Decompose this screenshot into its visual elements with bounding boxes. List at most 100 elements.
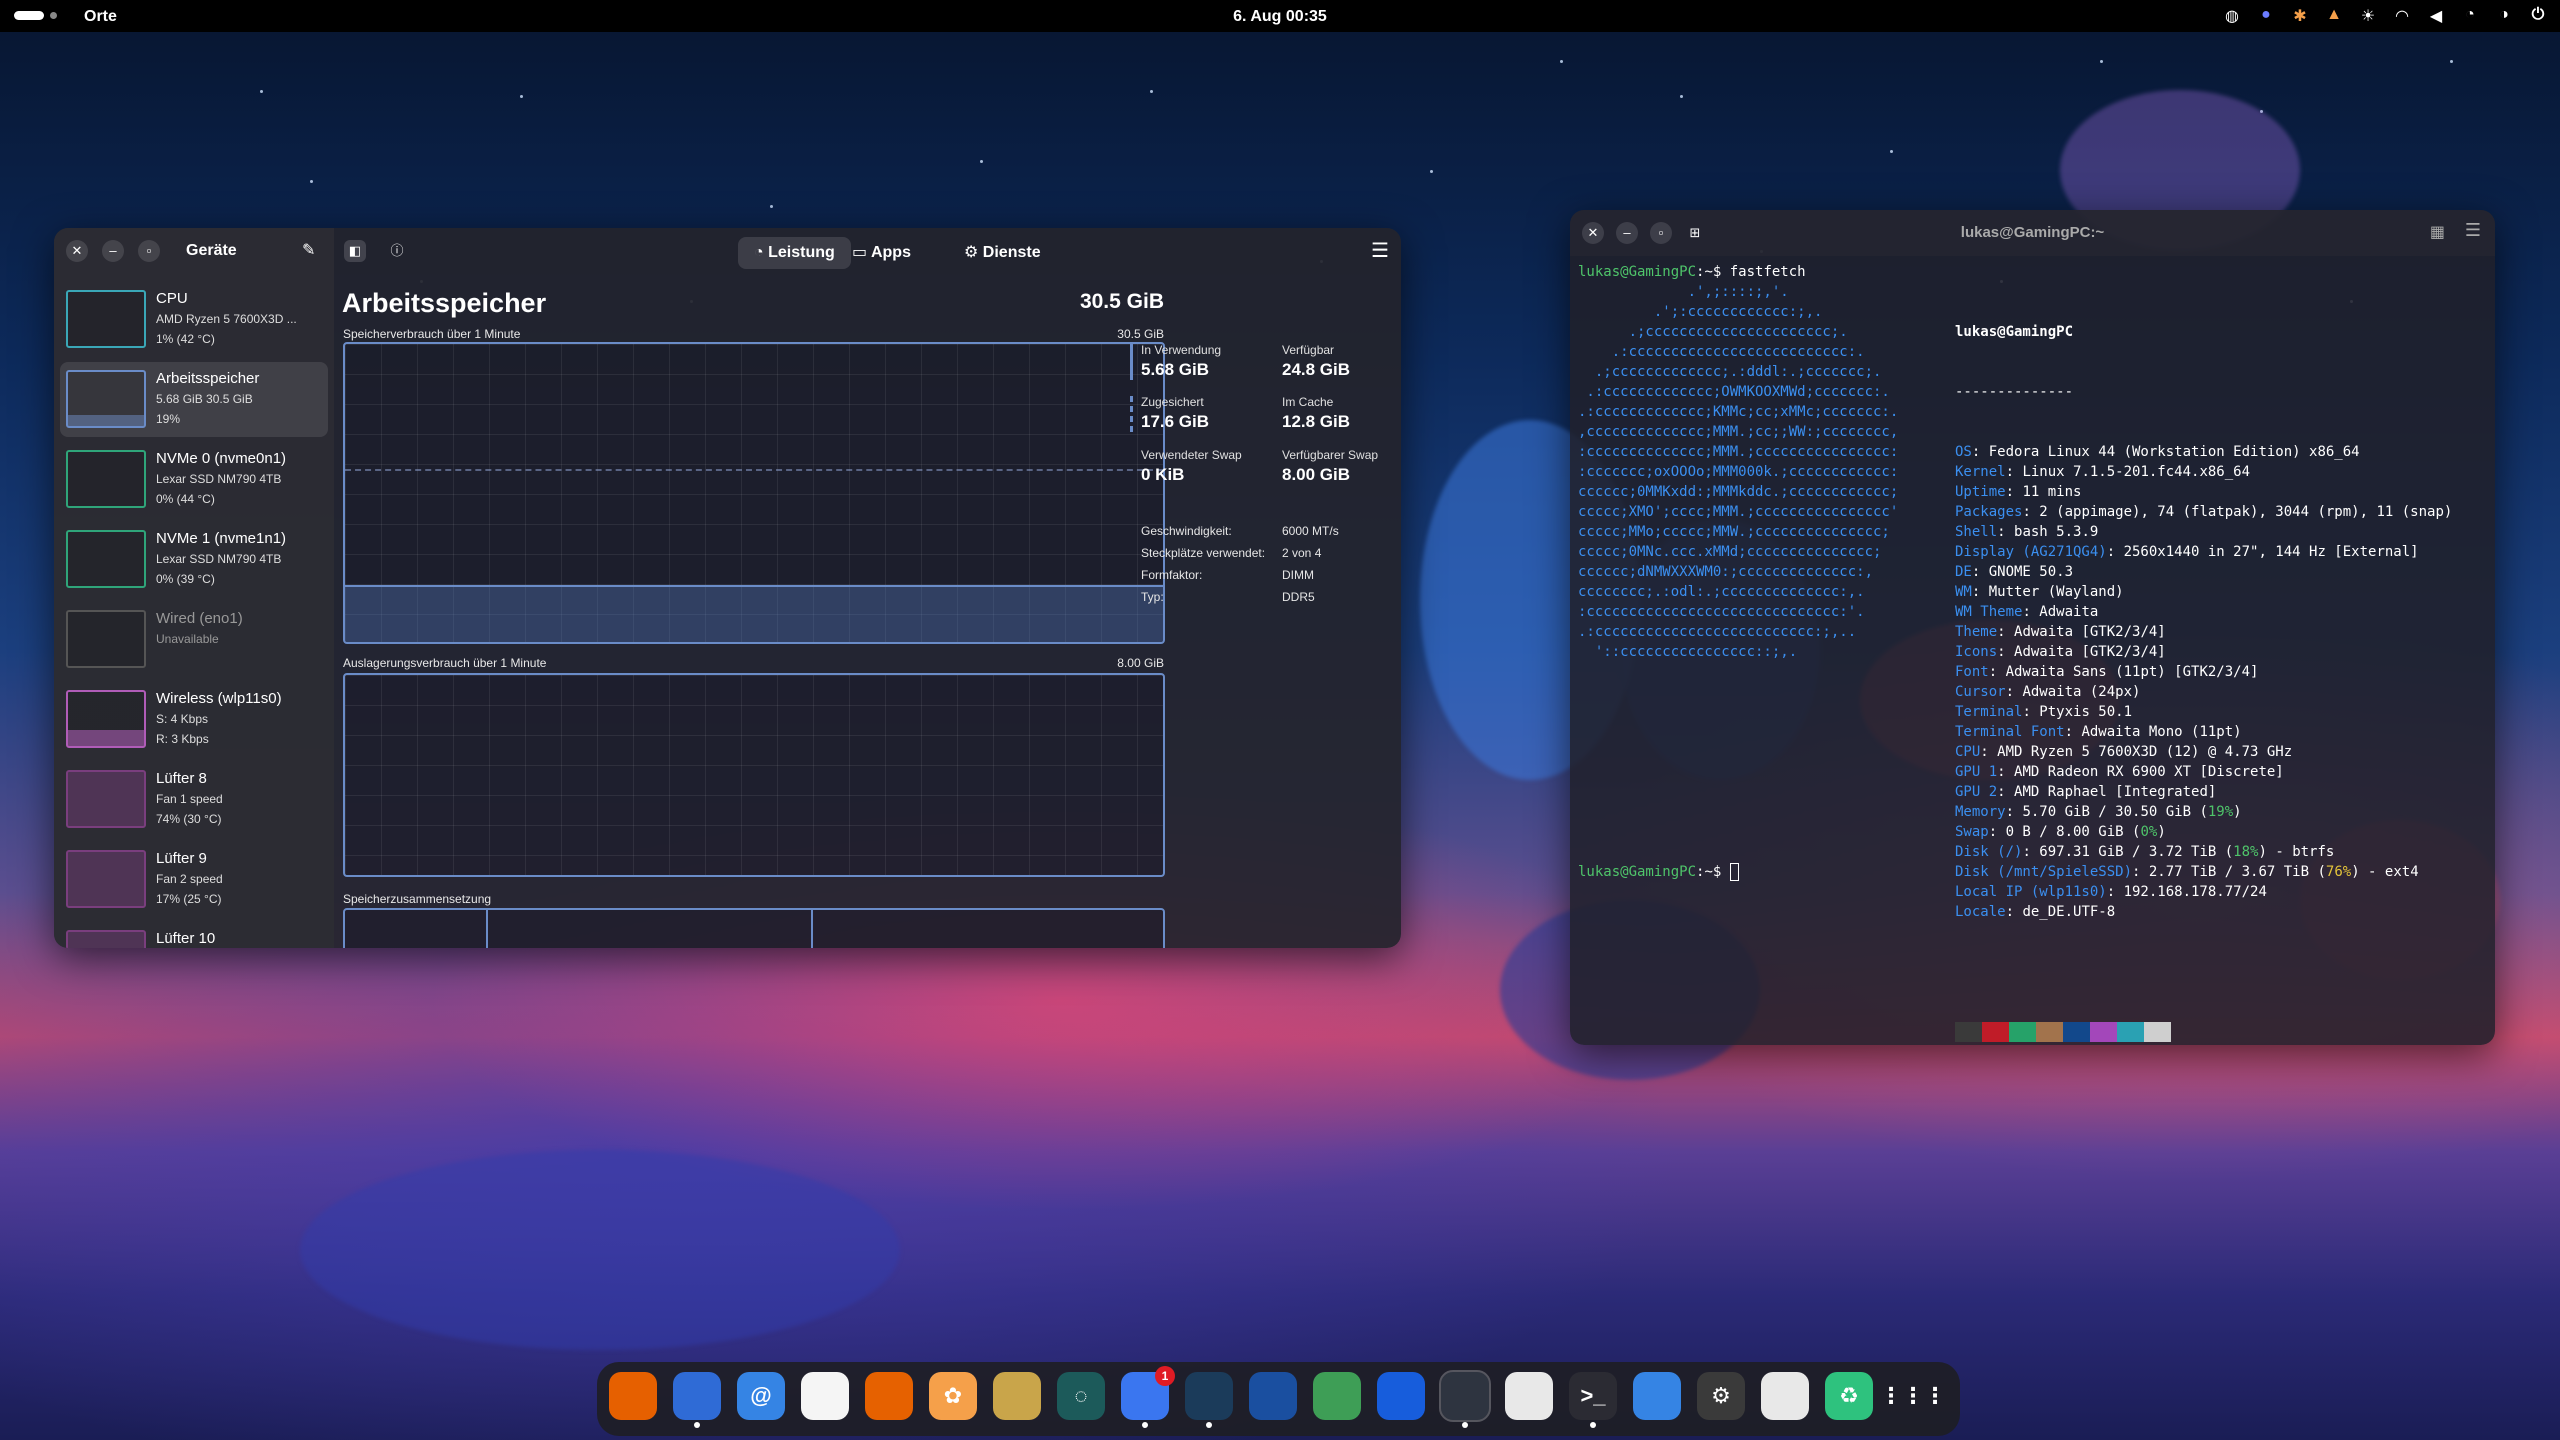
tab-leistung[interactable]: ◔ Leistung [738,237,851,269]
sidebar-device-item[interactable]: Lüfter 10 [60,922,328,948]
info-key: Packages [1955,504,2023,520]
info-key: Memory [1955,804,2006,820]
info-key: GPU 1 [1955,764,1998,780]
info-line: GPU 2: AMD Raphael [Integrated] [1955,784,2217,800]
terminal-icon[interactable]: >_ [1569,1372,1617,1428]
edit-icon[interactable]: ✎ [302,240,315,260]
star [310,180,313,183]
star [1560,60,1563,63]
flower-app-icon[interactable]: ✿ [929,1372,977,1420]
sidebar-device-item[interactable]: CPU AMD Ryzen 5 7600X3D ... 1% (42 °C) [60,282,328,357]
podcasts-icon[interactable] [993,1372,1041,1420]
mail-icon[interactable]: @ [737,1372,785,1420]
info-line: Kernel: Linux 7.1.5-201.fc44.x86_64 [1955,464,2251,480]
sidebar-device-item[interactable]: Wired (eno1) Unavailable [60,602,328,677]
menu-icon[interactable]: ☰ [1371,238,1389,263]
volume-icon[interactable]: ◀ [2426,6,2446,26]
top-bar: Orte 6. Aug 00:35 ◍ ● ✱ ▲ ☀ ◠ ◀ ◔ ◑ ⏻ [0,0,2560,32]
device-detail: 0% (44 °C) [156,492,215,506]
device-detail: 17% (25 °C) [156,892,222,906]
info-line: DE: GNOME 50.3 [1955,564,2074,580]
files-icon[interactable] [1761,1372,1809,1420]
tab-dienste[interactable]: ⚙ Dienste [948,237,1057,269]
minimize-button[interactable]: – [102,240,124,262]
info-percent: 76% [2325,864,2352,880]
info-value: Linux 7.1.5-201.fc44.x86_64 [2022,464,2251,480]
wifi-icon[interactable]: ◠ [2392,6,2412,26]
info-icon[interactable]: ⓘ [386,240,408,262]
device-detail: Lexar SSD NM790 4TB [156,472,282,486]
settings-icon[interactable]: ⚙ [1697,1372,1745,1420]
ascii-line: ,cccccccccccccc;MMM.;cc;;WW:;cccccccc, [1578,424,1899,440]
device-detail: Unavailable [156,632,219,646]
color-swatch [2036,1022,2063,1042]
sidebar-toggle-icon[interactable]: ◧ [344,240,366,262]
tab-label: Apps [870,244,911,261]
firefox-icon[interactable] [609,1372,657,1420]
brightness-icon[interactable]: ☀ [2358,6,2378,26]
signal-icon[interactable]: 1 [1121,1366,1175,1428]
battery-icon[interactable]: ◑ [2494,6,2514,26]
info-line: Swap: 0 B / 8.00 GiB (0%) [1955,824,2166,840]
calendar-icon[interactable] [801,1372,849,1420]
compass-app-icon[interactable] [1313,1372,1361,1420]
slots-value: 2 von 4 [1282,546,1322,560]
color-swatch [1955,1022,1982,1042]
trash-icon[interactable]: ♻ [1825,1372,1873,1420]
sidebar-device-item[interactable]: NVMe 1 (nvme1n1) Lexar SSD NM790 4TB 0% (3… [60,522,328,597]
system-tray[interactable]: ◍ ● ✱ ▲ ☀ ◠ ◀ ◔ ◑ ⏻ [2222,6,2548,26]
terminal-header: ✕ – ▫ ⊞ lukas@GamingPC:~ ▦ ☰ [1570,210,2495,256]
menu-icon[interactable]: ☰ [2465,220,2481,241]
current-prompt[interactable]: lukas@GamingPC:~$ [1578,862,1739,882]
info-value: Adwaita Sans (11pt) [GTK2/3/4] [2005,664,2259,680]
terminal-window[interactable]: ✕ – ▫ ⊞ lukas@GamingPC:~ ▦ ☰ lukas@Gamin… [1570,210,2495,1045]
chart-grid [345,675,1163,875]
text-editor-icon[interactable] [1633,1372,1681,1420]
separator: -------------- [1955,384,2074,400]
resources-icon[interactable] [1439,1370,1491,1428]
device-graph-thumbnail [66,530,146,588]
info-key: Disk (/) [1955,844,2023,860]
discord-icon[interactable]: ● [2256,6,2276,26]
memory-usage-fill [345,585,1163,642]
update-icon[interactable]: ▲ [2324,6,2344,26]
fastfetch-info: lukas@GamingPC -------------- OS: Fedora… [1955,282,2452,1045]
tab-apps[interactable]: ▭ Apps [836,237,927,269]
maximize-button[interactable]: ▫ [138,240,160,262]
photos-icon[interactable] [865,1372,913,1420]
sidebar-device-item[interactable]: Lüfter 9 Fan 2 speed 17% (25 °C) [60,842,328,917]
clock[interactable]: 6. Aug 00:35 [0,8,2560,26]
tab-overview-icon[interactable]: ▦ [2430,222,2445,242]
steam-icon[interactable]: ◍ [2222,6,2242,26]
ascii-line: ccccc;MMo;ccccc;MMW.;ccccccccccccccc; [1578,524,1890,540]
power-profile-icon[interactable]: ◔ [2460,6,2480,26]
star [260,90,263,93]
star [1890,150,1893,153]
gitg-icon[interactable]: ◌ [1057,1372,1105,1420]
power-icon[interactable]: ⏻ [2528,6,2548,26]
info-key: OS [1955,444,1972,460]
notification-badge: 1 [1155,1366,1175,1386]
swap-usage-chart [343,673,1165,877]
ascii-line: ccccc;0MNc.ccc.xMMd;ccccccccccccccc; [1578,544,1882,560]
ascii-line: .;cccccccccccccccccccccc;. [1578,324,1848,340]
device-detail: Fan 2 speed [156,872,223,886]
close-button[interactable]: ✕ [66,240,88,262]
info-value: GNOME 50.3 [1988,564,2074,580]
software-icon[interactable] [1505,1372,1553,1420]
sidebar-device-item[interactable]: Lüfter 8 Fan 1 speed 74% (30 °C) [60,762,328,837]
sidebar-device-item[interactable]: Arbeitsspeicher 5.68 GiB 30.5 GiB 19% [60,362,328,437]
steam-icon[interactable] [1185,1372,1233,1428]
protonvpn-icon[interactable] [1249,1372,1297,1420]
star-icon[interactable]: ✱ [2290,6,2310,26]
thunderbird-icon[interactable] [673,1372,721,1428]
sidebar-device-item[interactable]: NVMe 0 (nvme0n1) Lexar SSD NM790 4TB 0% (4… [60,442,328,517]
ascii-line: .;ccccccccccccc;.:dddl:.;ccccccc;. [1578,364,1882,380]
info-line: Disk (/): 697.31 GiB / 3.72 TiB (18%) - … [1955,844,2335,860]
sidebar-device-item[interactable]: Wireless (wlp11s0) S: 4 Kbps R: 3 Kbps [60,682,328,757]
bitwarden-icon[interactable] [1377,1372,1425,1420]
device-name: CPU [156,290,188,307]
info-key: Icons [1955,644,1998,660]
app-grid-icon[interactable]: ⋮⋮⋮ [1880,1372,1946,1420]
running-indicator [1206,1422,1212,1428]
